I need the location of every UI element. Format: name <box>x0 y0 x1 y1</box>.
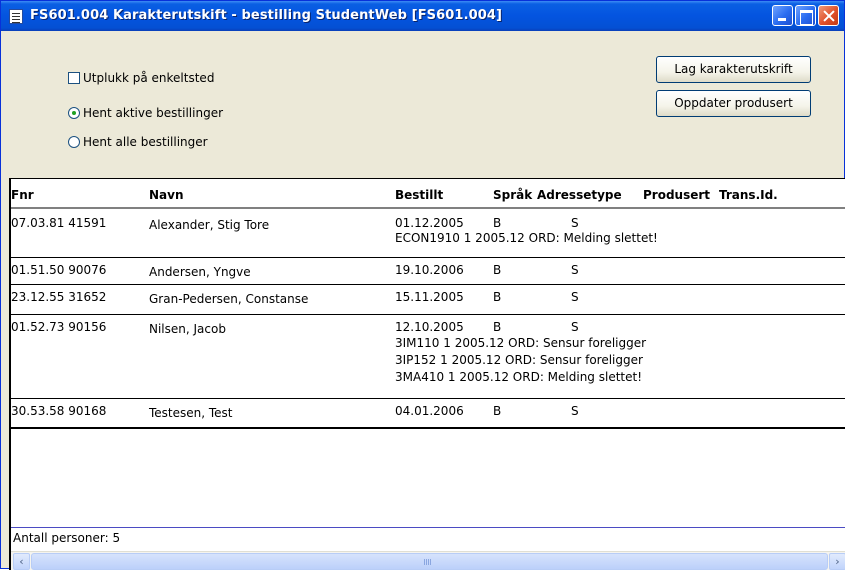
table-border <box>11 178 845 179</box>
table-row[interactable]: 23.12.55 31652 Gran-Pedersen, Constanse … <box>11 285 845 315</box>
cell-adressetype: S <box>571 263 579 277</box>
cell-navn: Gran-Pedersen, Constanse <box>149 292 309 306</box>
cell-bestillt: 19.10.2006 <box>395 263 464 277</box>
lag-karakterutskrift-button[interactable]: Lag karakterutskrift <box>656 56 811 83</box>
cell-sprak: B <box>493 263 502 277</box>
header-separator <box>11 207 845 209</box>
row-message: 3MA410 1 2005.12 ORD: Melding slettet! <box>395 370 643 384</box>
table-row[interactable]: 07.03.81 41591 Alexander, Stig Tore 01.1… <box>11 211 845 258</box>
table-row[interactable]: 01.52.73 90156 Nilsen, Jacob 12.10.2005 … <box>11 315 845 399</box>
cell-sprak: B <box>493 404 502 418</box>
cell-bestillt: 01.12.2005 <box>395 216 464 230</box>
hent-aktive-radio-option[interactable]: Hent aktive bestillinger <box>68 106 223 120</box>
column-header-adressetype[interactable]: Adressetype <box>537 188 622 202</box>
app-window: FS601.004 Karakterutskift - bestilling S… <box>0 0 845 570</box>
cell-fnr: 30.53.58 90168 <box>11 404 107 418</box>
maximize-button[interactable] <box>795 5 816 26</box>
cell-fnr: 23.12.55 31652 <box>11 290 107 304</box>
column-header-navn[interactable]: Navn <box>149 188 184 202</box>
row-message: ECON1910 1 2005.12 ORD: Melding slettet! <box>395 231 658 245</box>
cell-navn: Nilsen, Jacob <box>149 322 226 336</box>
hent-alle-label: Hent alle bestillinger <box>83 135 208 149</box>
cell-adressetype: S <box>571 216 579 230</box>
row-message: 3IM110 1 2005.12 ORD: Sensur foreligger <box>395 336 647 350</box>
column-header-sprak[interactable]: Språk <box>493 188 532 202</box>
hent-aktive-label: Hent aktive bestillinger <box>83 106 224 120</box>
utplukk-checkbox-option[interactable]: Utplukk på enkeltsted <box>68 71 214 85</box>
column-header-bestillt[interactable]: Bestillt <box>395 188 443 202</box>
cell-sprak: B <box>493 290 502 304</box>
cell-navn: Alexander, Stig Tore <box>149 218 270 232</box>
hent-aktive-radio[interactable] <box>68 107 80 119</box>
cell-bestillt: 15.11.2005 <box>395 290 464 304</box>
utplukk-checkbox[interactable] <box>68 72 80 84</box>
cell-fnr: 07.03.81 41591 <box>11 216 107 230</box>
cell-sprak: B <box>493 216 502 230</box>
cell-bestillt: 04.01.2006 <box>395 404 464 418</box>
window-title: FS601.004 Karakterutskift - bestilling S… <box>30 8 503 23</box>
hent-alle-radio[interactable] <box>68 136 80 148</box>
column-header-transid[interactable]: Trans.Id. <box>719 188 778 202</box>
title-bar[interactable]: FS601.004 Karakterutskift - bestilling S… <box>1 1 844 31</box>
column-header-fnr[interactable]: Fnr <box>11 188 34 202</box>
horizontal-scrollbar[interactable]: ‹ › <box>11 551 845 570</box>
cell-bestillt: 12.10.2005 <box>395 320 464 334</box>
hent-alle-radio-option[interactable]: Hent alle bestillinger <box>68 135 208 149</box>
cell-sprak: B <box>493 320 502 334</box>
oppdater-produsert-button[interactable]: Oppdater produsert <box>656 90 811 117</box>
person-count: Antall personer: 5 <box>13 531 121 545</box>
cell-navn: Testesen, Test <box>149 406 233 420</box>
minimize-button[interactable] <box>772 5 793 26</box>
scroll-left-icon[interactable]: ‹ <box>13 553 30 570</box>
cell-adressetype: S <box>571 404 579 418</box>
table-row[interactable]: 01.51.50 90076 Andersen, Yngve 19.10.200… <box>11 258 845 285</box>
orders-table: Fnr Navn Bestillt Språk Adressetype Prod… <box>9 178 845 570</box>
cell-navn: Andersen, Yngve <box>149 265 251 279</box>
table-row[interactable]: 30.53.58 90168 Testesen, Test 04.01.2006… <box>11 399 845 429</box>
footer-divider <box>11 527 845 528</box>
scrollbar-thumb[interactable] <box>31 553 828 570</box>
utplukk-label: Utplukk på enkeltsted <box>83 71 215 85</box>
cell-fnr: 01.52.73 90156 <box>11 320 107 334</box>
document-icon <box>9 9 23 24</box>
cell-adressetype: S <box>571 320 579 334</box>
column-header-produsert[interactable]: Produsert <box>643 188 710 202</box>
scroll-right-icon[interactable]: › <box>829 553 845 570</box>
cell-adressetype: S <box>571 290 579 304</box>
row-message: 3IP152 1 2005.12 ORD: Sensur foreligger <box>395 353 643 367</box>
close-button[interactable] <box>818 5 839 26</box>
cell-fnr: 01.51.50 90076 <box>11 263 107 277</box>
